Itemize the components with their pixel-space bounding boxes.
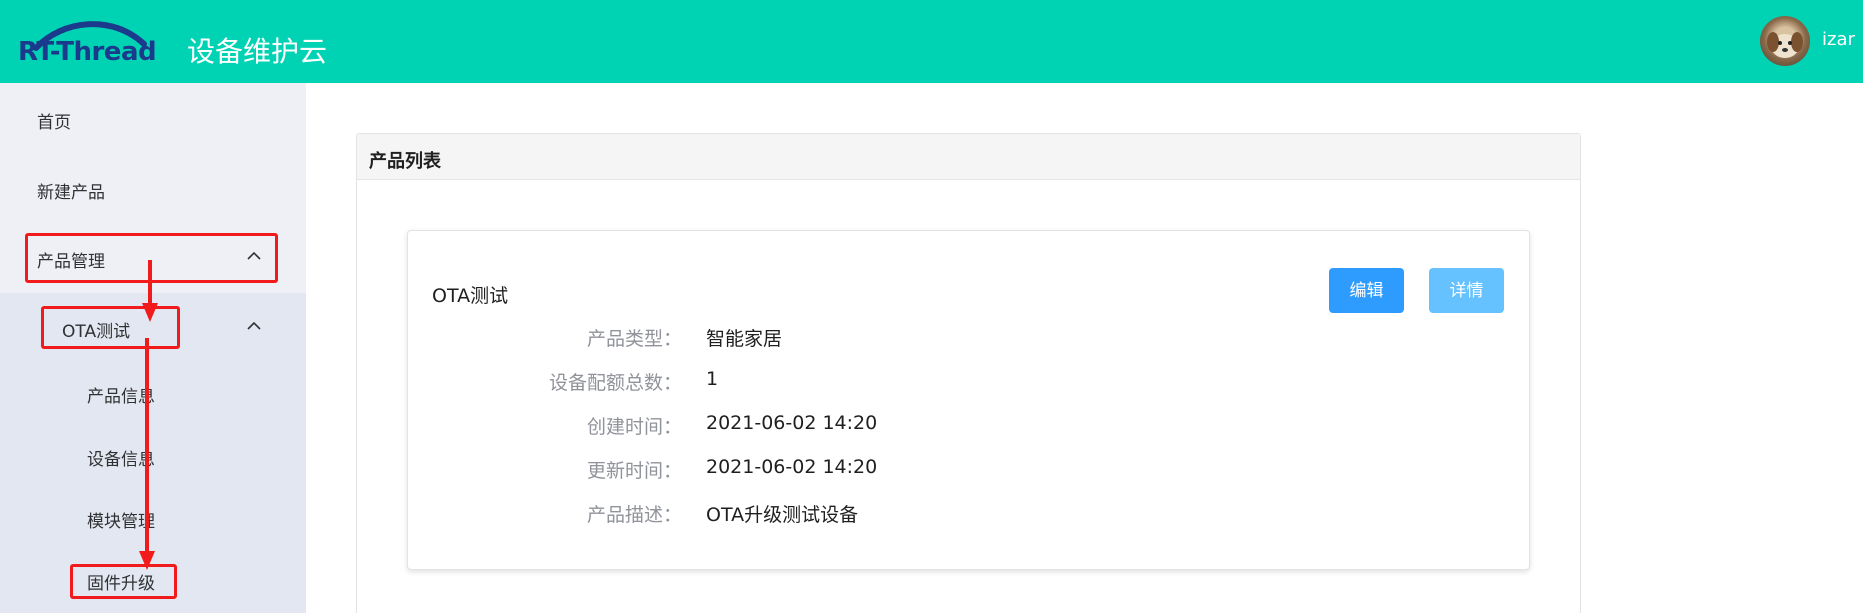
annotation-box-product-management [25, 233, 278, 283]
product-type-value: 智能家居 [706, 328, 783, 350]
annotation-box-firmware-upgrade [70, 564, 177, 599]
created-time-value: 2021-06-02 14:20 [706, 412, 878, 434]
chevron-up-icon[interactable] [247, 321, 261, 333]
detail-button[interactable]: 详情 [1429, 268, 1504, 313]
dog-avatar-icon [1767, 32, 1803, 58]
product-card: OTA测试 编辑 详情 产品类型： 智能家居 设备配额总数： 1 创建时间： 2… [407, 230, 1530, 570]
product-description-value: OTA升级测试设备 [706, 504, 859, 526]
panel-header: 产品列表 [357, 134, 1580, 180]
app-title: 设备维护云 [187, 35, 328, 68]
username[interactable]: izar [1822, 29, 1855, 50]
top-header: RT-Thread 设备维护云 izar [0, 0, 1863, 83]
sidebar-item-home[interactable]: 首页 [37, 108, 71, 133]
updated-time-label: 更新时间： [586, 460, 682, 482]
device-quota-value: 1 [706, 368, 719, 390]
rt-thread-logo[interactable]: RT-Thread [18, 18, 170, 68]
sidebar-item-device-info[interactable]: 设备信息 [87, 445, 155, 470]
product-name: OTA测试 [432, 285, 509, 307]
edit-button[interactable]: 编辑 [1329, 268, 1404, 313]
sidebar-item-module-management[interactable]: 模块管理 [87, 507, 155, 532]
sidebar-item-new-product[interactable]: 新建产品 [37, 178, 105, 203]
user-avatar[interactable] [1760, 16, 1810, 66]
device-quota-label: 设备配额总数： [548, 372, 682, 394]
product-type-label: 产品类型： [586, 328, 682, 350]
updated-time-value: 2021-06-02 14:20 [706, 456, 878, 478]
created-time-label: 创建时间： [586, 416, 682, 438]
logo-text: RT-Thread [18, 37, 157, 67]
sidebar-item-product-info[interactable]: 产品信息 [87, 382, 155, 407]
panel-title: 产品列表 [369, 151, 441, 172]
annotation-box-ota-test [41, 306, 180, 349]
product-description-label: 产品描述： [586, 504, 682, 526]
